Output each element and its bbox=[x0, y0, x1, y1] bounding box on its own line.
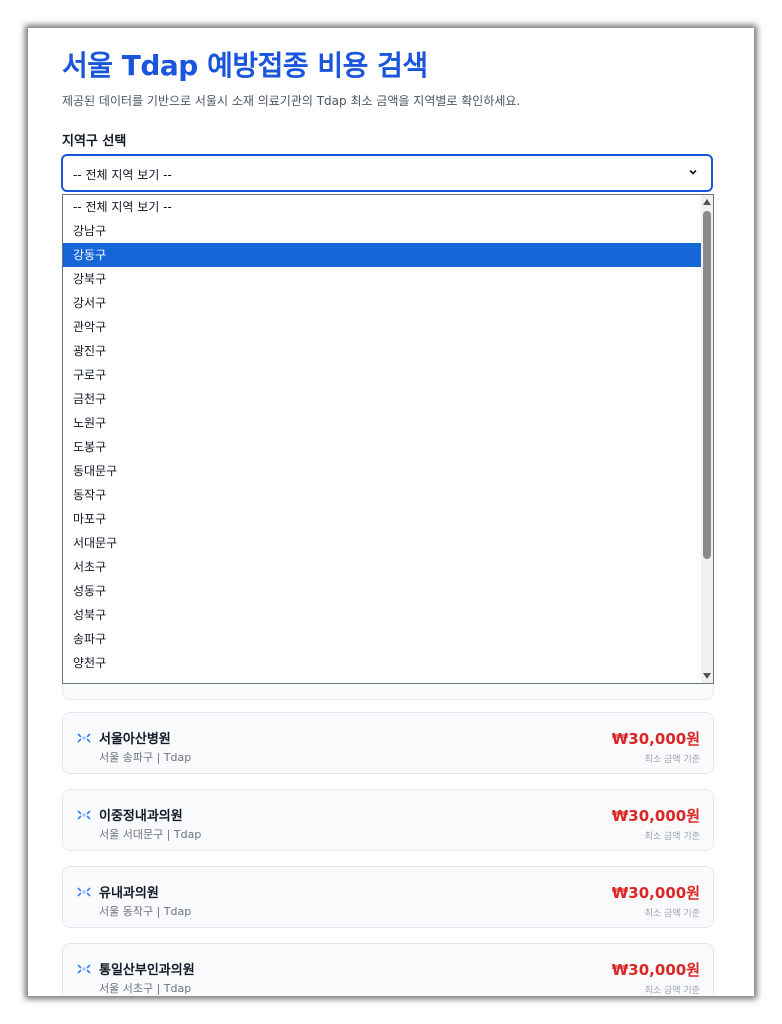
hospital-card[interactable]: 유내과의원 서울 동작구 | Tdap ₩30,000원 최소 금액 기준 bbox=[62, 866, 714, 928]
district-option-all[interactable]: -- 전체 지역 보기 -- bbox=[63, 195, 702, 219]
district-option-dongjak[interactable]: 동작구 bbox=[63, 483, 702, 507]
syringe-icon bbox=[77, 810, 91, 820]
hospital-location: 서울 서대문구 | Tdap bbox=[99, 828, 202, 841]
hospital-name: 통일산부인과의원 bbox=[99, 963, 195, 978]
hospital-name: 유내과의원 bbox=[99, 886, 159, 901]
district-option-gangnam[interactable]: 강남구 bbox=[63, 219, 702, 243]
hospital-price: ₩30,000원 bbox=[611, 807, 700, 825]
district-option-nowon[interactable]: 노원구 bbox=[63, 411, 702, 435]
district-option-dobong[interactable]: 도봉구 bbox=[63, 435, 702, 459]
hospital-card[interactable]: 통일산부인과의원 서울 서초구 | Tdap ₩30,000원 최소 금액 기준 bbox=[62, 943, 714, 996]
district-option-geumcheon[interactable]: 금천구 bbox=[63, 387, 702, 411]
app-window: 서울 Tdap 예방접종 비용 검색 제공된 데이터를 기반으로 서울시 소재 … bbox=[28, 28, 754, 996]
hospital-price-note: 최소 금액 기준 bbox=[644, 986, 700, 996]
hospital-card[interactable]: 이중정내과의원 서울 서대문구 | Tdap ₩30,000원 최소 금액 기준 bbox=[62, 789, 714, 851]
district-option-gwanak[interactable]: 관악구 bbox=[63, 315, 702, 339]
district-option-gwangjin[interactable]: 광진구 bbox=[63, 339, 702, 363]
hospital-price: ₩30,000원 bbox=[611, 730, 700, 748]
hospital-name: 서울아산병원 bbox=[99, 732, 171, 747]
scroll-up-arrow-icon[interactable] bbox=[703, 199, 711, 205]
hospital-name: 이중정내과의원 bbox=[99, 809, 183, 824]
district-option-gangseo[interactable]: 강서구 bbox=[63, 291, 702, 315]
district-option-gangdong[interactable]: 강동구 bbox=[63, 243, 702, 267]
hospital-price-note: 최소 금액 기준 bbox=[644, 909, 700, 919]
scroll-down-arrow-icon[interactable] bbox=[703, 673, 711, 679]
syringe-icon bbox=[77, 887, 91, 897]
district-option-dongdaemun[interactable]: 동대문구 bbox=[63, 459, 702, 483]
syringe-icon bbox=[77, 733, 91, 743]
hospital-location: 서울 서초구 | Tdap bbox=[99, 982, 192, 995]
dropdown-scrollbar[interactable] bbox=[701, 195, 713, 683]
district-option-songpa[interactable]: 송파구 bbox=[63, 627, 702, 651]
district-option-gangbuk[interactable]: 강북구 bbox=[63, 267, 702, 291]
district-select[interactable]: -- 전체 지역 보기 -- bbox=[61, 154, 713, 192]
hospital-card[interactable]: 서울아산병원 서울 송파구 | Tdap ₩30,000원 최소 금액 기준 bbox=[62, 712, 714, 774]
district-select-label: 지역구 선택 bbox=[62, 134, 127, 149]
district-option-seocho[interactable]: 서초구 bbox=[63, 555, 702, 579]
district-option-yangcheon[interactable]: 양천구 bbox=[63, 651, 702, 675]
hospital-location: 서울 송파구 | Tdap bbox=[99, 751, 192, 764]
page-title: 서울 Tdap 예방접종 비용 검색 bbox=[62, 49, 428, 82]
hospital-price-note: 최소 금액 기준 bbox=[644, 832, 700, 842]
district-option-seongdong[interactable]: 성동구 bbox=[63, 579, 702, 603]
district-option-seodaemun[interactable]: 서대문구 bbox=[63, 531, 702, 555]
page-subtitle: 제공된 데이터를 기반으로 서울시 소재 의료기관의 Tdap 최소 금액을 지… bbox=[62, 94, 521, 108]
chevron-down-icon bbox=[689, 169, 697, 175]
district-option-mapo[interactable]: 마포구 bbox=[63, 507, 702, 531]
district-dropdown-list[interactable]: -- 전체 지역 보기 -- 강남구 강동구 강북구 강서구 관악구 광진구 구… bbox=[62, 194, 714, 684]
district-select-value: -- 전체 지역 보기 -- bbox=[73, 168, 172, 182]
hospital-price-note: 최소 금액 기준 bbox=[644, 755, 700, 765]
dropdown-scrollbar-thumb[interactable] bbox=[703, 211, 711, 559]
hospital-location: 서울 동작구 | Tdap bbox=[99, 905, 192, 918]
hospital-price: ₩30,000원 bbox=[611, 961, 700, 979]
syringe-icon bbox=[77, 964, 91, 974]
district-option-guro[interactable]: 구로구 bbox=[63, 363, 702, 387]
district-option-seongbuk[interactable]: 성북구 bbox=[63, 603, 702, 627]
hospital-price: ₩30,000원 bbox=[611, 884, 700, 902]
